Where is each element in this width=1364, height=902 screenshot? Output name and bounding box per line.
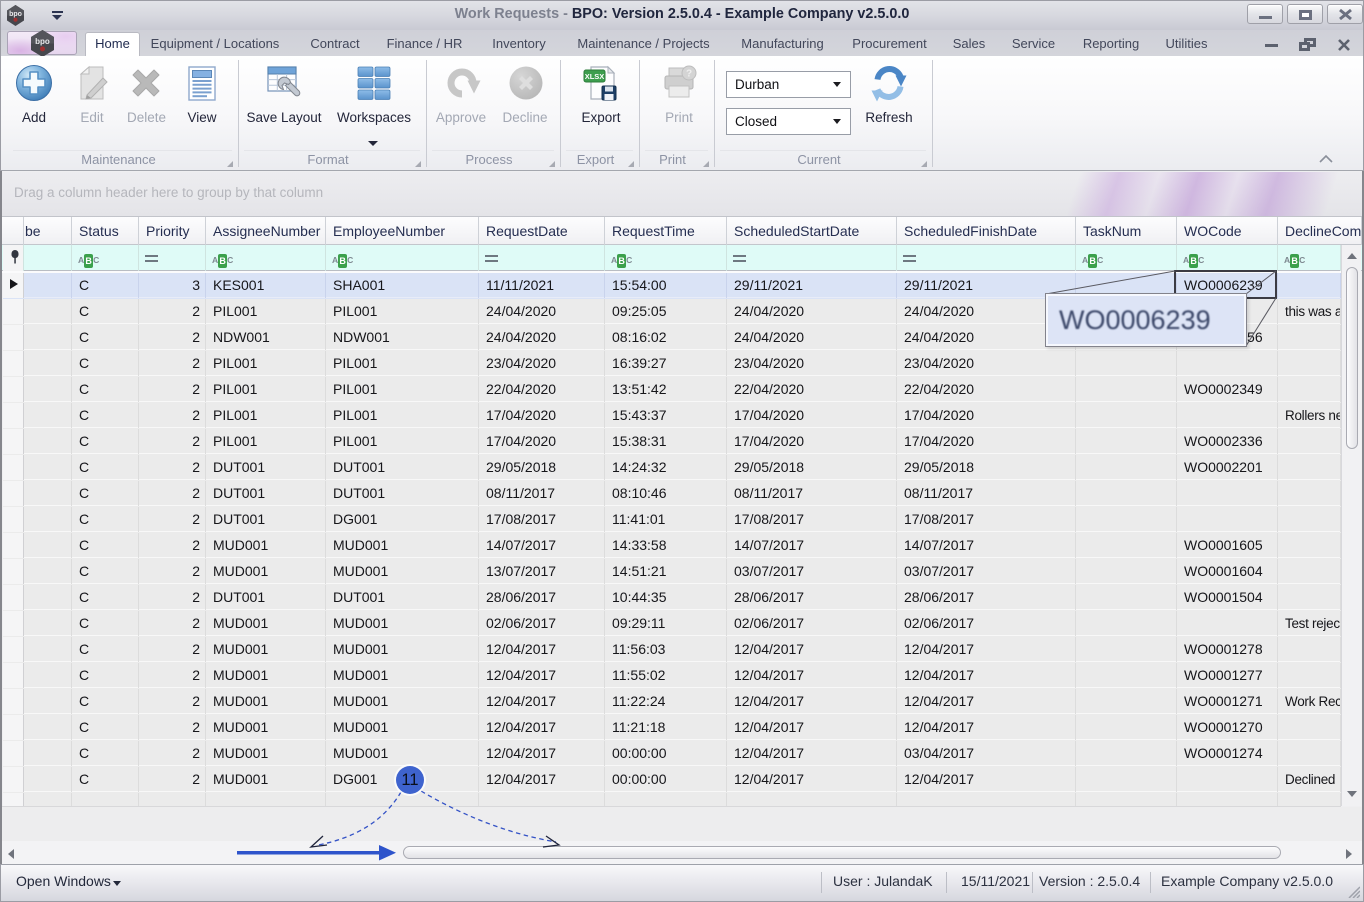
svg-text:XLSX: XLSX xyxy=(585,72,605,81)
svg-text:bpo: bpo xyxy=(35,37,50,46)
svg-text:?: ? xyxy=(686,69,692,80)
